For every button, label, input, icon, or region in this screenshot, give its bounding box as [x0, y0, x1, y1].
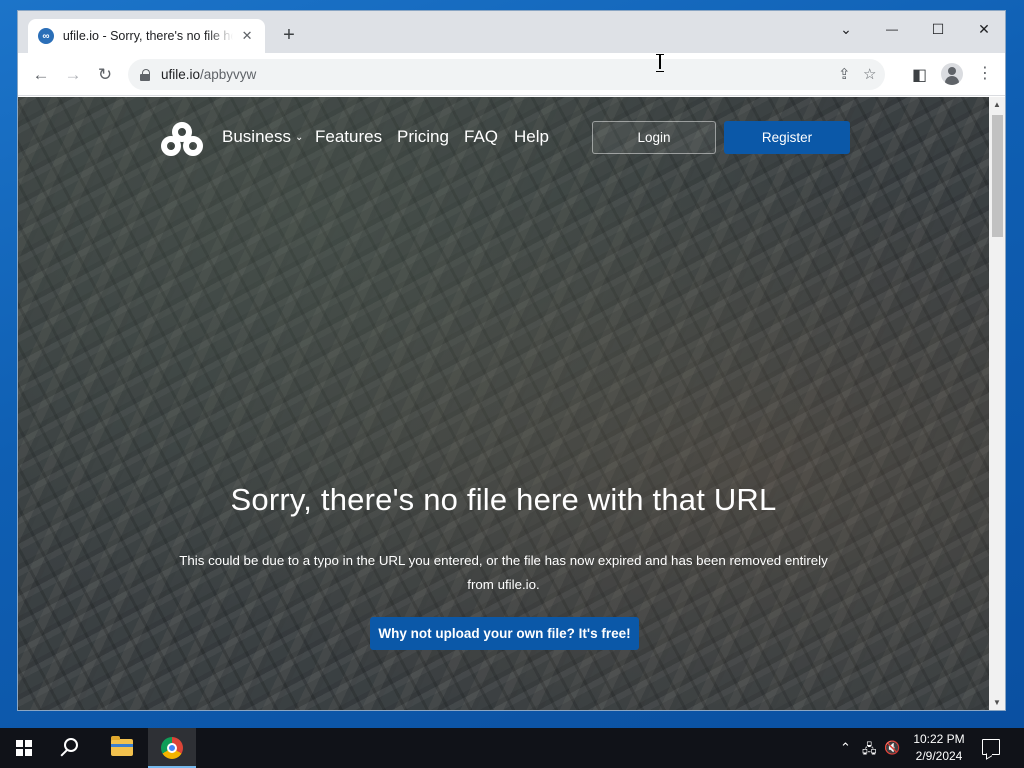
- tab-search-icon[interactable]: ⌄: [823, 15, 869, 43]
- chrome-taskbar-button[interactable]: [148, 728, 196, 768]
- maximize-button[interactable]: ☐: [915, 15, 961, 43]
- browser-menu-icon[interactable]: ⋮: [977, 63, 993, 85]
- volume-muted-icon[interactable]: 🔇: [884, 740, 900, 756]
- clock-date: 2/9/2024: [915, 749, 963, 763]
- file-explorer-button[interactable]: [98, 728, 146, 768]
- clock-time: 10:22 PM: [913, 732, 965, 746]
- notification-center-icon[interactable]: [982, 739, 1000, 755]
- error-title: Sorry, there's no file here with that UR…: [230, 482, 777, 517]
- scroll-down-icon[interactable]: ▼: [993, 698, 1001, 707]
- url-path: /apbyvyw: [200, 67, 257, 82]
- ufile-favicon-icon: ∞: [38, 28, 54, 44]
- profile-avatar-icon[interactable]: [941, 63, 963, 85]
- scroll-up-icon[interactable]: ▲: [993, 100, 1001, 109]
- taskbar-search-button[interactable]: [48, 728, 96, 768]
- browser-window: ∞ ufile.io - Sorry, there's no file here…: [17, 10, 1006, 711]
- error-hero: Sorry, there's no file here with that UR…: [18, 97, 989, 710]
- text-cursor-icon: [656, 53, 664, 72]
- tab-close-icon[interactable]: ✕: [239, 28, 255, 44]
- upload-own-file-button[interactable]: Why not upload your own file? It's free!: [370, 617, 639, 650]
- lock-icon[interactable]: [140, 68, 150, 81]
- url-host: ufile.io: [161, 67, 201, 82]
- tab-title: ufile.io - Sorry, there's no file here: [62, 29, 234, 43]
- browser-tab[interactable]: ∞ ufile.io - Sorry, there's no file here…: [28, 19, 265, 53]
- windows-logo-icon: [16, 740, 32, 756]
- share-icon[interactable]: ⇪: [838, 65, 851, 83]
- network-icon[interactable]: 🖧: [862, 740, 877, 762]
- taskbar-clock[interactable]: 10:22 PM 2/9/2024: [904, 731, 974, 765]
- bookmark-star-icon[interactable]: ☆: [863, 65, 876, 83]
- browser-toolbar: ← → ↻ ufile.io/apbyvyw ⇪ ☆ ◧ ⋮: [18, 53, 1005, 96]
- start-button[interactable]: [0, 728, 48, 768]
- taskbar: ⌃ 🖧 🔇 10:22 PM 2/9/2024: [0, 728, 1024, 768]
- page-scrollbar[interactable]: ▲ ▼: [989, 97, 1005, 710]
- tray-chevron-icon[interactable]: ⌃: [840, 740, 851, 756]
- tab-strip: ∞ ufile.io - Sorry, there's no file here…: [18, 11, 1005, 53]
- minimize-button[interactable]: —: [869, 15, 915, 43]
- forward-button[interactable]: →: [60, 62, 86, 88]
- reload-button[interactable]: ↻: [92, 62, 118, 88]
- close-window-button[interactable]: ✕: [961, 15, 1005, 43]
- folder-icon: [111, 736, 133, 756]
- side-panel-icon[interactable]: ◧: [912, 65, 927, 85]
- search-icon: [64, 738, 78, 752]
- chrome-icon: [161, 737, 183, 759]
- address-bar[interactable]: ufile.io/apbyvyw ⇪ ☆: [128, 59, 885, 90]
- back-button[interactable]: ←: [28, 62, 54, 88]
- page-viewport: Business ⌄ Features Pricing FAQ Help Logi…: [18, 97, 989, 710]
- scrollbar-thumb[interactable]: [992, 115, 1003, 237]
- error-description: This could be due to a typo in the URL y…: [179, 553, 828, 592]
- new-tab-button[interactable]: +: [278, 24, 300, 46]
